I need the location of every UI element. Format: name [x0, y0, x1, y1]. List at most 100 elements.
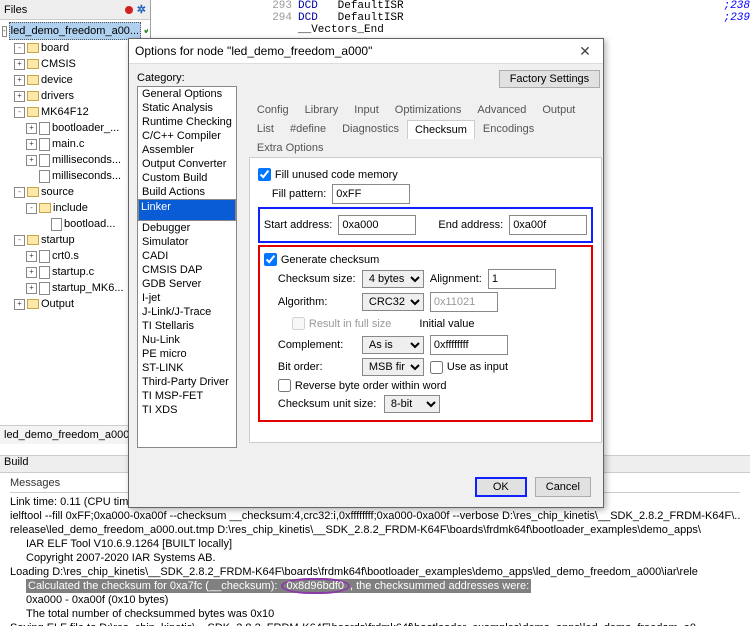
category-list[interactable]: General OptionsStatic AnalysisRuntime Ch…	[137, 86, 237, 448]
dialog-tab[interactable]: Checksum	[407, 120, 475, 139]
dialog-tab[interactable]: Advanced	[469, 100, 534, 119]
algorithm-select[interactable]: CRC32	[362, 293, 424, 311]
alignment-label: Alignment:	[430, 273, 482, 285]
expand-icon[interactable]: +	[14, 91, 25, 102]
bit-order-select[interactable]: MSB first	[362, 358, 424, 376]
use-as-input-checkbox[interactable]: Use as input	[430, 361, 508, 374]
fill-pattern-input[interactable]	[332, 184, 410, 204]
tree-node[interactable]: +crt0.s	[2, 248, 148, 264]
checksum-unit-size-select[interactable]: 8-bit	[384, 395, 440, 413]
expand-icon[interactable]: -	[14, 235, 25, 246]
close-icon[interactable]: ✕	[573, 43, 597, 60]
dialog-tab[interactable]: Encodings	[475, 119, 542, 138]
start-address-input[interactable]	[338, 215, 416, 235]
category-item[interactable]: Simulator	[138, 235, 236, 249]
category-item[interactable]: Third-Party Driver	[138, 375, 236, 389]
alignment-input[interactable]	[488, 269, 556, 289]
initial-value-input[interactable]	[430, 335, 508, 355]
dialog-tab[interactable]: Extra Options	[249, 138, 332, 157]
complement-select[interactable]: As is	[362, 336, 424, 354]
tree-node[interactable]: +CMSIS	[2, 56, 148, 72]
category-item[interactable]: I-jet	[138, 291, 236, 305]
category-item[interactable]: ST-LINK	[138, 361, 236, 375]
reverse-byte-order-checkbox[interactable]: Reverse byte order within word	[264, 379, 587, 392]
category-item[interactable]: TI XDS	[138, 403, 236, 417]
cancel-button[interactable]: Cancel	[535, 477, 591, 497]
category-item[interactable]: GDB Server	[138, 277, 236, 291]
fill-pattern-label: Fill pattern:	[272, 188, 326, 200]
category-item[interactable]: Static Analysis	[138, 101, 236, 115]
category-item[interactable]: Output Converter	[138, 157, 236, 171]
expand-icon[interactable]: +	[26, 283, 37, 294]
category-item[interactable]: CADI	[138, 249, 236, 263]
tree-node[interactable]: -MK64F12	[2, 104, 148, 120]
category-item[interactable]: Linker	[138, 199, 236, 221]
tree-node[interactable]: +startup.c	[2, 264, 148, 280]
tree-label: include	[53, 200, 88, 216]
tree-node[interactable]: +startup_MK6...	[2, 280, 148, 296]
expand-icon[interactable]: +	[26, 123, 37, 134]
dialog-tab[interactable]: Optimizations	[387, 100, 470, 119]
tree-node[interactable]: +Output	[2, 296, 148, 312]
dialog-tab[interactable]: Config	[249, 100, 297, 119]
checksum-size-select[interactable]: 4 bytes	[362, 270, 424, 288]
expand-icon[interactable]: +	[26, 267, 37, 278]
category-item[interactable]: Custom Build	[138, 171, 236, 185]
category-item[interactable]: Debugger	[138, 221, 236, 235]
category-item[interactable]: TI Stellaris	[138, 319, 236, 333]
category-item[interactable]: J-Link/J-Trace	[138, 305, 236, 319]
record-icon[interactable]	[125, 6, 133, 14]
folder-icon	[27, 43, 39, 53]
dialog-tab[interactable]: List	[249, 119, 282, 138]
tree-node[interactable]: +device	[2, 72, 148, 88]
category-item[interactable]: PE micro	[138, 347, 236, 361]
category-item[interactable]: Nu-Link	[138, 333, 236, 347]
tree-node[interactable]: + bootloader_...	[2, 120, 148, 136]
tree-node[interactable]: -board	[2, 40, 148, 56]
tree-node[interactable]: +main.c	[2, 136, 148, 152]
build-message: The total number of checksummed bytes wa…	[10, 607, 740, 621]
tree-node[interactable]: milliseconds...	[2, 168, 148, 184]
dialog-tab[interactable]: Output	[534, 100, 583, 119]
code-id: DefaultISR	[338, 0, 404, 12]
category-item[interactable]: General Options	[138, 87, 236, 101]
category-item[interactable]: Assembler	[138, 143, 236, 157]
dialog-title: Options for node "led_demo_freedom_a000"	[135, 44, 372, 58]
expand-icon[interactable]: +	[26, 155, 37, 166]
tree-node[interactable]: -led_demo_freedom_a00...✔	[2, 22, 148, 40]
initial-value-label: Initial value	[419, 318, 474, 330]
expand-icon[interactable]: -	[26, 203, 37, 214]
tree-label: led_demo_freedom_a00...	[9, 22, 141, 40]
dialog-tab[interactable]: Input	[346, 100, 386, 119]
end-address-input[interactable]	[509, 215, 587, 235]
expand-icon[interactable]: +	[26, 251, 37, 262]
ok-button[interactable]: OK	[475, 477, 527, 497]
tree-node[interactable]: bootload...	[2, 216, 148, 232]
factory-settings-button[interactable]: Factory Settings	[499, 70, 600, 88]
tree-node[interactable]: -startup	[2, 232, 148, 248]
expand-icon[interactable]: -	[2, 26, 7, 37]
tree-node[interactable]: +milliseconds...	[2, 152, 148, 168]
generate-checksum-checkbox[interactable]: Generate checksum	[264, 253, 587, 266]
gear-icon[interactable]: ✲	[137, 3, 146, 16]
expand-icon[interactable]: -	[14, 107, 25, 118]
tree-node[interactable]: -source	[2, 184, 148, 200]
tree-node[interactable]: +drivers	[2, 88, 148, 104]
fill-unused-checkbox[interactable]: Fill unused code memory	[258, 168, 593, 181]
category-item[interactable]: TI MSP-FET	[138, 389, 236, 403]
expand-icon[interactable]: +	[26, 139, 37, 150]
category-item[interactable]: C/C++ Compiler	[138, 129, 236, 143]
category-item[interactable]: Runtime Checking	[138, 115, 236, 129]
category-item[interactable]: Build Actions	[138, 185, 236, 199]
expand-icon[interactable]: -	[14, 187, 25, 198]
tree-node[interactable]: - include	[2, 200, 148, 216]
expand-icon[interactable]: -	[14, 43, 25, 54]
expand-icon[interactable]: +	[14, 299, 25, 310]
expand-icon[interactable]: +	[14, 75, 25, 86]
tree-label: bootloader_...	[52, 120, 119, 136]
dialog-tab[interactable]: Diagnostics	[334, 119, 407, 138]
dialog-tab[interactable]: Library	[297, 100, 347, 119]
expand-icon[interactable]: +	[14, 59, 25, 70]
category-item[interactable]: CMSIS DAP	[138, 263, 236, 277]
dialog-tab[interactable]: #define	[282, 119, 334, 138]
